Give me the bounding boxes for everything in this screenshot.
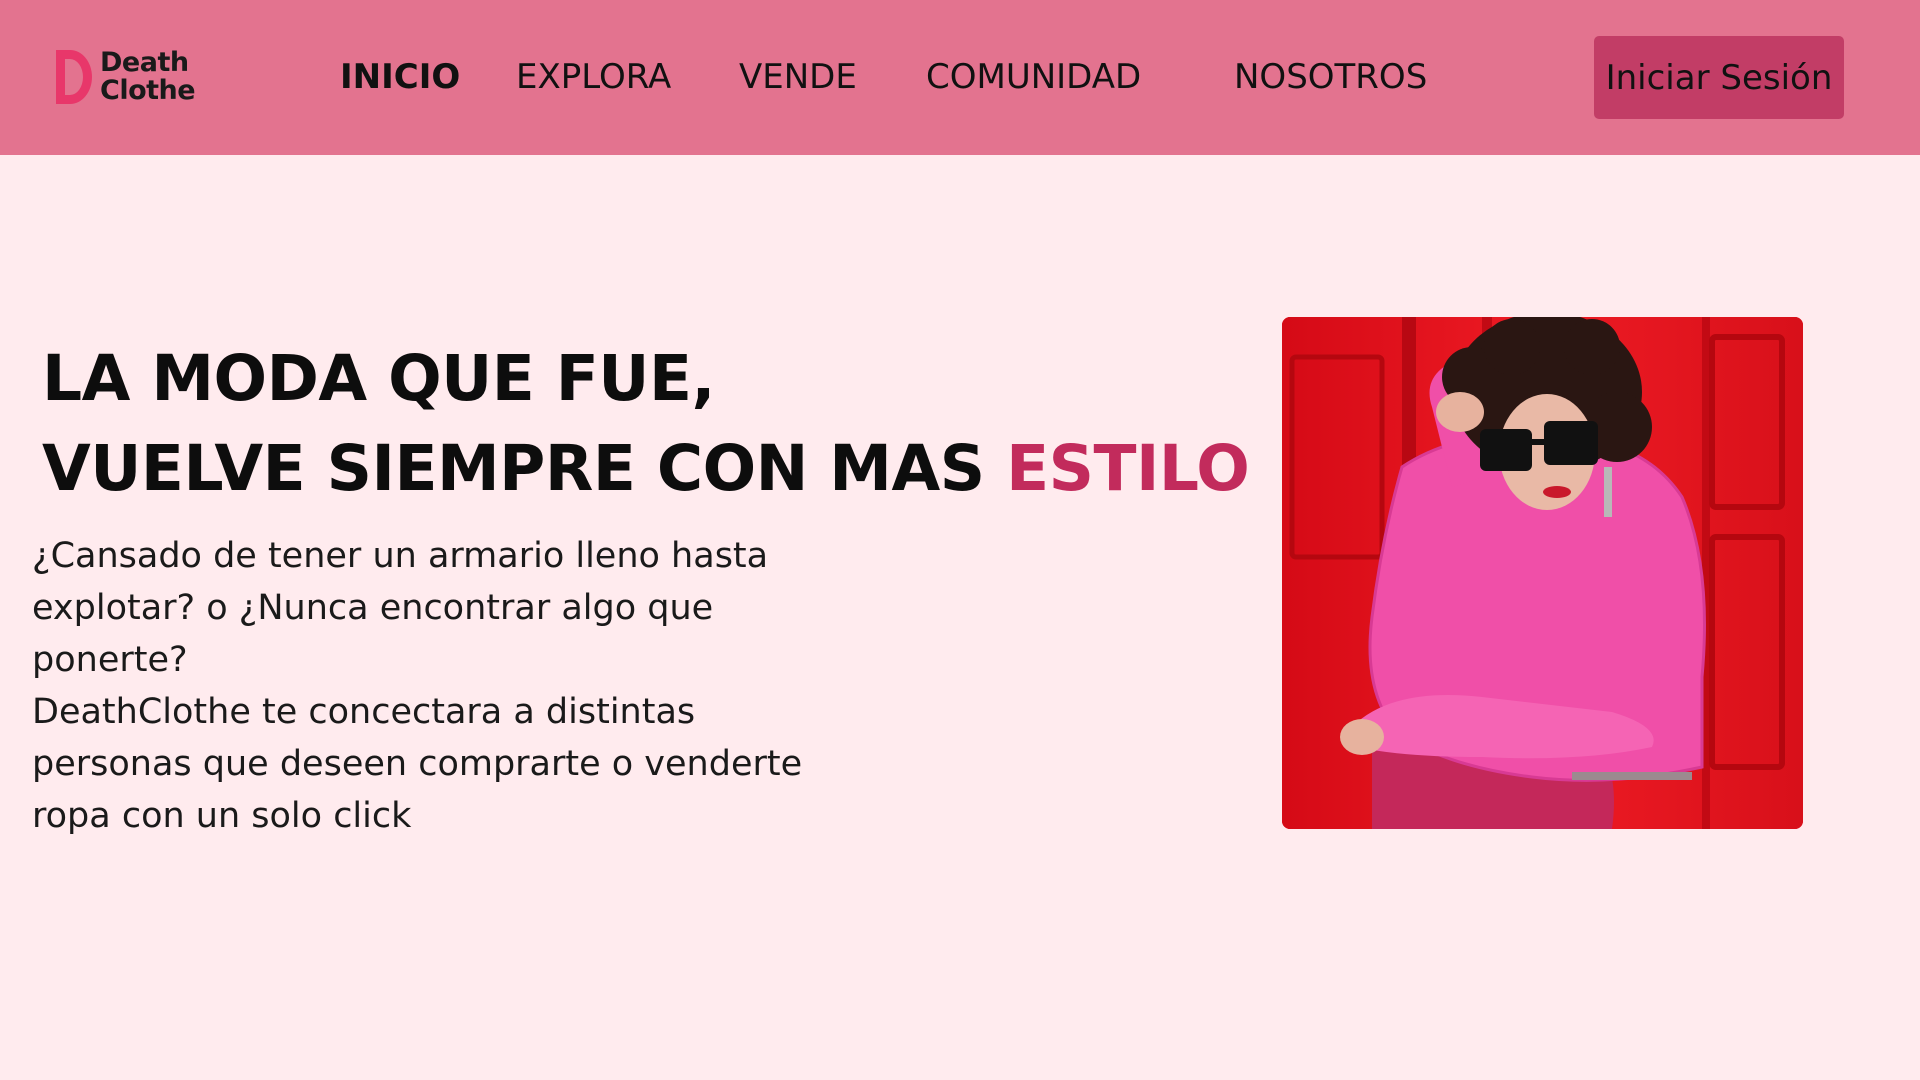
nav-item-comunidad[interactable]: COMUNIDAD	[926, 57, 1141, 97]
hero-title-line2: VUELVE SIEMPRE CON MAS ESTILO	[42, 424, 1250, 514]
hero-description: ¿Cansado de tener un armario lleno hasta…	[32, 530, 822, 842]
logo-d-icon	[56, 50, 92, 104]
hero-title-line2-text: VUELVE SIEMPRE CON MAS	[42, 432, 985, 505]
hero-title: LA MODA QUE FUE, VUELVE SIEMPRE CON MAS …	[42, 334, 1250, 514]
hero-photo	[1282, 317, 1803, 829]
nav-item-nosotros[interactable]: NOSOTROS	[1234, 57, 1427, 97]
nav-item-explora[interactable]: EXPLORA	[516, 57, 671, 97]
top-navbar: Death Clothe INICIO EXPLORA VENDE COMUNI…	[0, 0, 1920, 155]
brand-name-line1: Death	[100, 47, 189, 78]
nav-item-vende[interactable]: VENDE	[739, 57, 857, 97]
nav-item-inicio[interactable]: INICIO	[340, 57, 460, 97]
hero-photo-illustration	[1282, 317, 1803, 829]
login-button[interactable]: Iniciar Sesión	[1594, 36, 1844, 119]
brand-logo[interactable]: Death Clothe	[52, 46, 196, 108]
hero-description-pitch: DeathClothe te concectara a distintas pe…	[32, 692, 803, 836]
hero-description-question: ¿Cansado de tener un armario lleno hasta…	[32, 536, 769, 680]
hero-title-accent: ESTILO	[1006, 432, 1250, 505]
brand-name-line2: Clothe	[100, 75, 196, 106]
brand-name: Death Clothe	[100, 47, 196, 106]
hero-title-line1: LA MODA QUE FUE,	[42, 342, 715, 415]
